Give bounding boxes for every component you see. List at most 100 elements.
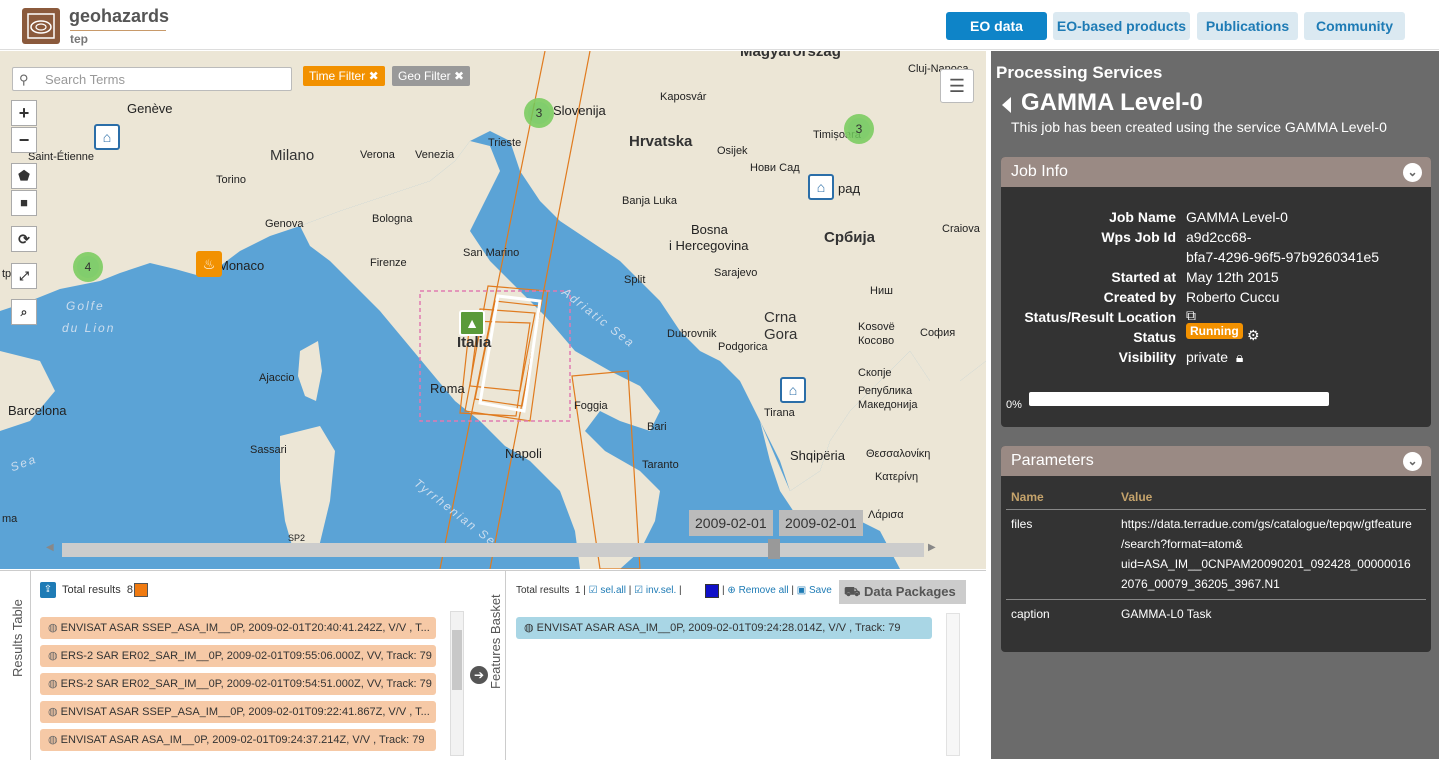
time-filter-tag[interactable]: Time Filter ✖ [303, 66, 385, 86]
color-swatch[interactable] [134, 583, 148, 597]
cluster-marker[interactable]: 3 [524, 98, 554, 128]
gear-icon[interactable]: ⚙ [1247, 327, 1260, 344]
label-torino: Torino [216, 174, 246, 186]
cluster-marker[interactable]: 4 [73, 252, 103, 282]
zoom-out-button[interactable]: − [11, 127, 37, 153]
draw-polygon-button[interactable]: ⬟ [11, 163, 37, 189]
back-arrow-icon[interactable] [1002, 97, 1011, 113]
layers-button[interactable]: ☰ [940, 69, 974, 103]
label-shqiperia: Shqipëria [790, 448, 845, 463]
chevron-down-icon[interactable]: ⌄ [1403, 163, 1422, 182]
move-to-basket-arrow-icon[interactable]: ➔ [470, 666, 488, 684]
nav-eo-data[interactable]: EO data [946, 12, 1047, 40]
label-saint-etienne: Saint-Étienne [28, 151, 95, 163]
param-files-line3: uid=ASA_IM__0CNPAM20090201_092428_000000… [1121, 557, 1411, 571]
label-kaposvar: Kaposvár [660, 91, 707, 103]
basket-item[interactable]: ◍ ENVISAT ASAR ASA_IM__0P, 2009-02-01T09… [516, 617, 932, 639]
scrollbar-thumb[interactable] [452, 630, 462, 690]
label-banja-luka: Banja Luka [622, 195, 678, 207]
label-novi-sad: Нови Сад [750, 162, 800, 174]
nav-community[interactable]: Community [1304, 12, 1405, 40]
fullscreen-button[interactable]: ⤢ [11, 263, 37, 289]
remove-all-link[interactable]: ⊕ Remove all [727, 585, 788, 596]
geo-filter-label: Geo Filter [398, 69, 451, 83]
cluster-marker[interactable]: 3 [844, 114, 874, 144]
label-bari: Bari [647, 421, 667, 433]
data-packages-button[interactable]: ⛟ Data Packages [839, 580, 966, 604]
logo[interactable] [22, 8, 60, 44]
label-thessaloniki: Θεσσαλονίκη [866, 448, 931, 460]
magnifier-icon: ⌕ [20, 305, 28, 319]
lock-icon: 🔒︎ [1235, 349, 1244, 365]
save-link[interactable]: ▣ Save [797, 585, 832, 596]
time-slider[interactable] [62, 543, 924, 557]
label-taranto: Taranto [642, 459, 679, 471]
result-item[interactable]: ◍ ENVISAT ASAR SSEP_ASA_IM__0P, 2009-02-… [40, 617, 436, 639]
zoom-in-button[interactable]: + [11, 100, 37, 126]
parameters-header[interactable]: Parameters [1001, 446, 1431, 476]
label-makedonija: Македонија [858, 399, 918, 411]
map[interactable]: Magyarország Genève Slovenija Kaposvár C… [0, 51, 986, 569]
label-barcelona: Barcelona [8, 403, 67, 418]
nav-publications[interactable]: Publications [1197, 12, 1298, 40]
globe-icon: ◍ [48, 706, 58, 718]
globe-icon: ◍ [48, 678, 58, 690]
result-item[interactable]: ◍ ENVISAT ASAR SSEP_ASA_IM__0P, 2009-02-… [40, 701, 436, 723]
result-item[interactable]: ◍ ENVISAT ASAR ASA_IM__0P, 2009-02-01T09… [40, 729, 436, 751]
mountain-marker-icon[interactable]: ▲ [459, 310, 485, 336]
geo-filter-tag[interactable]: Geo Filter ✖ [392, 66, 471, 86]
external-link-icon[interactable]: ⧉ [1186, 307, 1196, 324]
param-files-line2: /search?format=atom& [1121, 537, 1243, 551]
created-by-label: Created by [1103, 289, 1176, 305]
basket-scrollbar[interactable] [946, 613, 960, 756]
visibility-label: Visibility [1118, 349, 1176, 365]
invert-selection-link[interactable]: ☑ inv.sel. [634, 585, 676, 596]
fire-marker-icon[interactable]: ♨ [196, 251, 222, 277]
expand-icon: ⤢ [19, 269, 29, 283]
status-label: Status [1133, 329, 1176, 345]
panel-title: Processing Services [996, 63, 1163, 82]
time-slider-handle[interactable] [768, 539, 780, 559]
label-bologna: Bologna [372, 213, 413, 225]
slider-left-arrow-icon[interactable]: ◀ [46, 542, 54, 553]
tab-results-table[interactable]: Results Table [10, 585, 25, 677]
search-map-button[interactable]: ⌕ [11, 299, 37, 325]
house-marker-icon[interactable]: ⌂ [808, 174, 834, 200]
visibility-value: private 🔒︎ [1186, 349, 1244, 365]
chevron-down-icon[interactable]: ⌄ [1403, 452, 1422, 471]
globe-icon: ◍ [524, 622, 534, 634]
house-marker-icon[interactable]: ⌂ [780, 377, 806, 403]
layers-icon: ☰ [948, 76, 966, 96]
label-foggia: Foggia [574, 400, 608, 412]
brand-name: geohazards [69, 6, 170, 26]
label-sarajevo: Sarajevo [714, 267, 758, 279]
draw-rectangle-button[interactable]: ■ [11, 190, 37, 216]
label-podgorica: Podgorica [718, 341, 768, 353]
nav-eo-based-products[interactable]: EO-based products [1053, 12, 1190, 40]
result-item[interactable]: ◍ ERS-2 SAR ER02_SAR_IM__0P, 2009-02-01T… [40, 645, 436, 667]
close-icon[interactable]: ✖ [369, 69, 379, 83]
label-sp2: SP2 [288, 533, 306, 543]
results-scrollbar[interactable] [450, 611, 464, 756]
label-firenze: Firenze [370, 257, 407, 269]
job-info-header[interactable]: Job Info [1001, 157, 1431, 187]
status-badge: Running [1186, 323, 1243, 339]
search-box[interactable]: ⚲ Search Terms [12, 67, 292, 91]
divider [1006, 599, 1426, 600]
created-by-value: Roberto Cuccu [1186, 289, 1280, 305]
color-swatch[interactable] [705, 584, 719, 598]
close-icon[interactable]: ✖ [454, 69, 464, 83]
select-all-link[interactable]: ☑ sel.all [589, 585, 626, 596]
refresh-button[interactable]: ⟳ [11, 226, 37, 252]
tab-features-basket[interactable]: Features Basket [488, 585, 503, 689]
label-i-hercegovina: i Hercegovina [669, 238, 749, 253]
house-marker-icon[interactable]: ⌂ [94, 124, 120, 150]
slider-right-arrow-icon[interactable]: ▶ [928, 542, 936, 553]
label-slovenija: Slovenija [553, 103, 606, 118]
param-files-line4: 2076_00079_36205_3967.N1 [1121, 577, 1280, 591]
search-input[interactable]: Search Terms [45, 72, 125, 87]
globe-icon: ◍ [48, 734, 58, 746]
result-item[interactable]: ◍ ERS-2 SAR ER02_SAR_IM__0P, 2009-02-01T… [40, 673, 436, 695]
share-icon[interactable]: ⇪ [40, 582, 56, 598]
bottom-panel: Results Table ⇪ Total results 8 ◍ ENVISA… [0, 570, 986, 760]
